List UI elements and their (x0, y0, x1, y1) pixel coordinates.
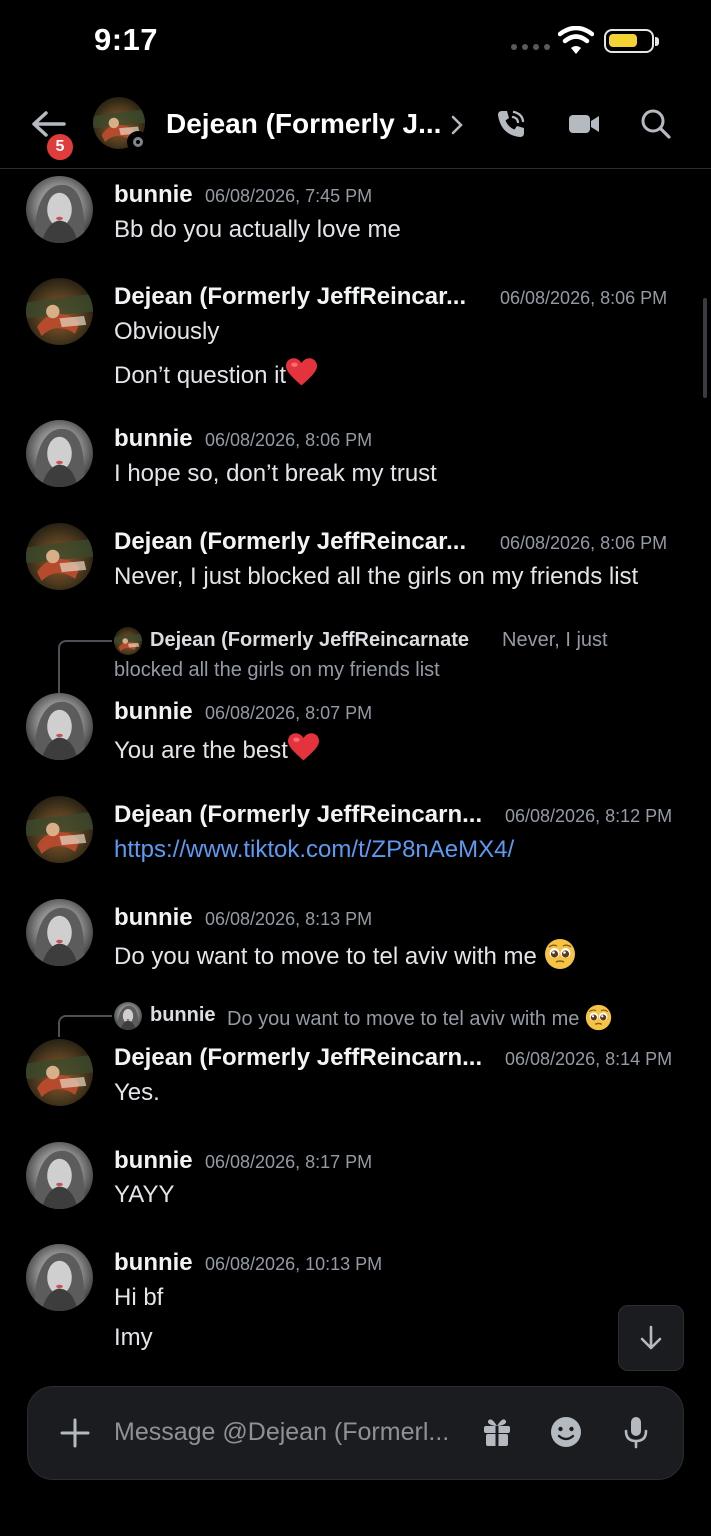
reply-avatar[interactable] (114, 1002, 142, 1030)
message-text: Yes. (114, 1079, 160, 1106)
message-author[interactable]: bunnie (114, 181, 193, 209)
reply-author[interactable]: bunnie (150, 1004, 216, 1027)
message-author[interactable]: bunnie (114, 1147, 193, 1175)
message-text: Obviously (114, 318, 220, 345)
reply-preview[interactable]: blocked all the girls on my friends list (114, 659, 440, 682)
avatar[interactable] (26, 1039, 93, 1106)
message-timestamp: 06/08/2026, 8:06 PM (500, 533, 668, 553)
pleading-face-emoji (585, 1004, 612, 1031)
message-text: Never, I just blocked all the girls on m… (114, 563, 639, 590)
gift-icon[interactable] (477, 1412, 517, 1452)
phone-icon[interactable] (493, 106, 529, 142)
channel-title[interactable]: Dejean (Formerly J... (166, 108, 441, 140)
header-divider (0, 168, 711, 169)
reply-spine (58, 640, 112, 694)
message-author[interactable]: Dejean (Formerly JeffReincarn... (114, 801, 482, 829)
red-heart-emoji (286, 358, 317, 387)
battery-icon (604, 29, 654, 53)
message-timestamp: 06/08/2026, 7:45 PM (205, 186, 373, 206)
scrollbar-thumb[interactable] (703, 298, 707, 398)
message-text: Hi bf (114, 1284, 164, 1311)
chevron-right-icon[interactable] (447, 112, 467, 138)
message-text: Don’t question it (114, 358, 317, 390)
message-input[interactable]: Message @Dejean (Formerl... (114, 1418, 449, 1447)
message-timestamp: 06/08/2026, 8:17 PM (205, 1152, 373, 1172)
message-text: I hope so, don’t break my trust (114, 460, 437, 487)
message-text: Bb do you actually love me (114, 216, 401, 243)
status-time: 9:17 (94, 22, 159, 57)
avatar[interactable] (26, 1142, 93, 1209)
message-timestamp: 06/08/2026, 10:13 PM (205, 1254, 383, 1274)
message-timestamp: 06/08/2026, 8:06 PM (205, 430, 373, 450)
search-icon[interactable] (638, 106, 674, 142)
avatar[interactable] (26, 693, 93, 760)
arrow-down-icon (640, 1325, 662, 1350)
message-timestamp: 06/08/2026, 8:14 PM (505, 1049, 673, 1069)
message-text: Imy (114, 1324, 153, 1351)
avatar[interactable] (26, 278, 93, 345)
reply-spine (58, 1015, 112, 1037)
cellular-signal-icon (511, 44, 550, 50)
jump-to-latest-button[interactable] (618, 1305, 684, 1371)
microphone-icon[interactable] (616, 1412, 656, 1452)
avatar[interactable] (26, 420, 93, 487)
message-author[interactable]: bunnie (114, 904, 193, 932)
reply-preview[interactable]: Do you want to move to tel aviv with me (227, 1004, 612, 1031)
pleading-face-emoji (544, 938, 576, 970)
offline-status-icon (127, 131, 149, 153)
reply-author[interactable]: Dejean (Formerly JeffReincarnate (150, 629, 469, 652)
message-author[interactable]: Dejean (Formerly JeffReincar... (114, 528, 466, 556)
message-text-line: Don’t question it (114, 362, 287, 389)
red-heart-emoji (288, 733, 319, 762)
message-text: YAYY (114, 1181, 175, 1208)
message-timestamp: 06/08/2026, 8:13 PM (205, 909, 373, 929)
message-text: Do you want to move to tel aviv with me (114, 938, 576, 971)
message-text-line: Do you want to move to tel aviv with me (114, 943, 537, 970)
message-author[interactable]: bunnie (114, 425, 193, 453)
message-author[interactable]: Dejean (Formerly JeffReincar... (114, 283, 466, 311)
message-text-line: You are the best (114, 737, 288, 764)
avatar[interactable] (26, 796, 93, 863)
message-author[interactable]: bunnie (114, 1249, 193, 1277)
message-timestamp: 06/08/2026, 8:06 PM (500, 288, 668, 308)
message-timestamp: 06/08/2026, 8:12 PM (505, 806, 673, 826)
battery-nub (655, 37, 659, 46)
message-timestamp: 06/08/2026, 8:07 PM (205, 703, 373, 723)
wifi-icon (558, 26, 594, 54)
video-icon[interactable] (566, 106, 602, 142)
message-author[interactable]: Dejean (Formerly JeffReincarn... (114, 1044, 482, 1072)
plus-icon[interactable] (58, 1416, 92, 1450)
avatar[interactable] (26, 523, 93, 590)
emoji-icon[interactable] (546, 1412, 586, 1452)
reply-preview[interactable]: Never, I just (502, 629, 608, 652)
unread-badge: 5 (44, 131, 76, 163)
avatar[interactable] (26, 1244, 93, 1311)
avatar[interactable] (26, 176, 93, 243)
message-text: You are the best (114, 733, 319, 765)
reply-preview-text: Do you want to move to tel aviv with me (227, 1008, 580, 1030)
avatar[interactable] (26, 899, 93, 966)
message-link[interactable]: https://www.tiktok.com/t/ZP8nAeMX4/ (114, 836, 514, 864)
message-author[interactable]: bunnie (114, 698, 193, 726)
reply-avatar[interactable] (114, 627, 142, 655)
